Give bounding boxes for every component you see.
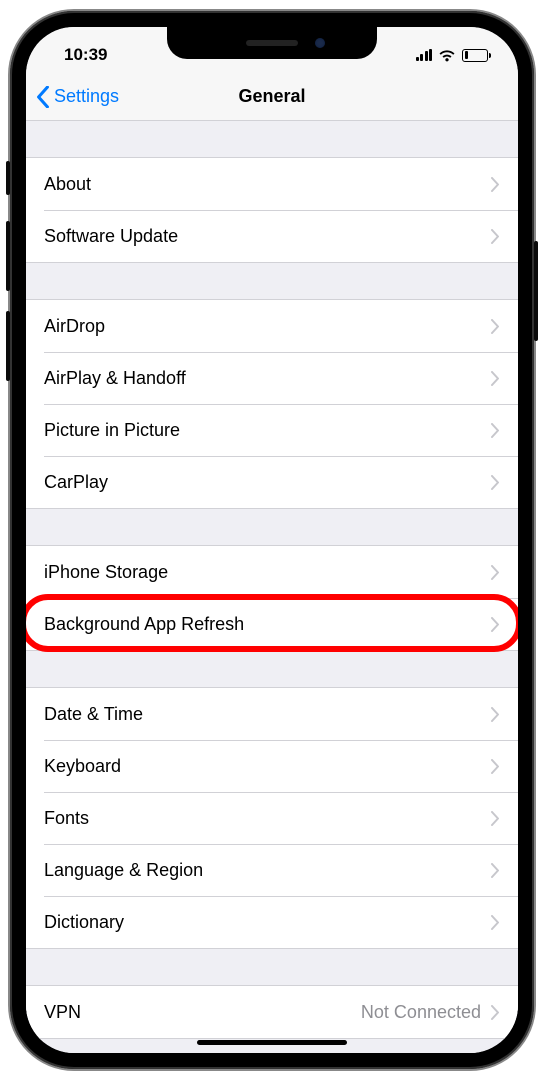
row-airdrop[interactable]: AirDrop [26,300,518,352]
row-language-region[interactable]: Language & Region [26,844,518,896]
chevron-right-icon [491,319,500,334]
chevron-right-icon [491,423,500,438]
settings-group-1: AirDrop AirPlay & Handoff Picture in Pic… [26,299,518,509]
row-label: AirPlay & Handoff [44,368,186,389]
chevron-right-icon [491,759,500,774]
battery-icon [462,49,488,62]
chevron-left-icon [36,86,50,108]
row-carplay[interactable]: CarPlay [26,456,518,508]
chevron-right-icon [491,617,500,632]
front-camera [315,38,325,48]
speaker [246,40,298,46]
row-software-update[interactable]: Software Update [26,210,518,262]
notch [167,27,377,59]
settings-group-2: iPhone Storage Background App Refresh [26,545,518,651]
chevron-right-icon [491,811,500,826]
chevron-right-icon [491,915,500,930]
row-label: Software Update [44,226,178,247]
status-icons [416,49,495,62]
row-dictionary[interactable]: Dictionary [26,896,518,948]
chevron-right-icon [491,371,500,386]
volume-up-button [6,221,10,291]
cellular-signal-icon [416,49,433,61]
chevron-right-icon [491,229,500,244]
settings-group-0: About Software Update [26,157,518,263]
settings-group-4: VPN Not Connected [26,985,518,1039]
row-label: Background App Refresh [44,614,244,635]
row-label: Keyboard [44,756,121,777]
row-keyboard[interactable]: Keyboard [26,740,518,792]
screen: 10:39 Settings [26,27,518,1053]
chevron-right-icon [491,707,500,722]
row-label: Language & Region [44,860,203,881]
battery-level [465,51,469,59]
chevron-right-icon [491,565,500,580]
wifi-icon [438,49,456,62]
row-label: AirDrop [44,316,105,337]
row-detail: Not Connected [361,1002,481,1023]
row-vpn[interactable]: VPN Not Connected [26,986,518,1038]
row-airplay-handoff[interactable]: AirPlay & Handoff [26,352,518,404]
row-picture-in-picture[interactable]: Picture in Picture [26,404,518,456]
row-label: Picture in Picture [44,420,180,441]
row-label: About [44,174,91,195]
row-iphone-storage[interactable]: iPhone Storage [26,546,518,598]
settings-content: About Software Update AirDrop AirPlay & … [26,121,518,1053]
status-time: 10:39 [50,45,107,65]
chevron-right-icon [491,475,500,490]
silent-switch [6,161,10,195]
navigation-bar: Settings General [26,73,518,121]
iphone-frame: 10:39 Settings [10,11,534,1069]
volume-down-button [6,311,10,381]
chevron-right-icon [491,1005,500,1020]
power-button [534,241,538,341]
row-date-time[interactable]: Date & Time [26,688,518,740]
row-label: Fonts [44,808,89,829]
home-indicator[interactable] [197,1040,347,1045]
row-label: CarPlay [44,472,108,493]
row-about[interactable]: About [26,158,518,210]
back-button[interactable]: Settings [26,86,119,108]
row-background-app-refresh[interactable]: Background App Refresh [26,598,518,650]
row-label: Dictionary [44,912,124,933]
chevron-right-icon [491,177,500,192]
row-label: iPhone Storage [44,562,168,583]
row-label: VPN [44,1002,81,1023]
row-label: Date & Time [44,704,143,725]
chevron-right-icon [491,863,500,878]
row-fonts[interactable]: Fonts [26,792,518,844]
settings-group-3: Date & Time Keyboard Fonts Language & Re… [26,687,518,949]
back-label: Settings [54,86,119,107]
